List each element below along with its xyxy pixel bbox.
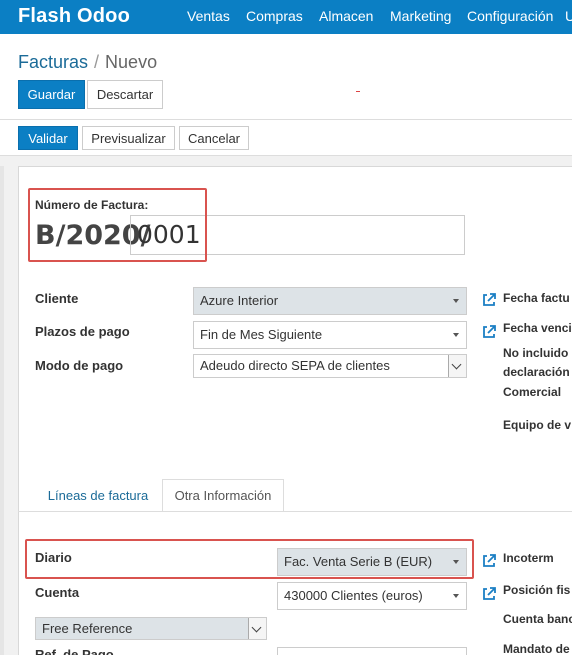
- ref-pago-input[interactable]: [277, 647, 467, 655]
- external-link-icon[interactable]: [481, 292, 497, 308]
- menu-almacen[interactable]: Almacen: [319, 8, 373, 24]
- plazos-select[interactable]: Fin de Mes Siguiente: [193, 321, 467, 349]
- app-brand[interactable]: Flash Odoo: [18, 5, 130, 28]
- no-incluido-label: No incluido: [503, 346, 569, 360]
- cancel-button[interactable]: Cancelar: [179, 126, 249, 150]
- chevron-down-icon[interactable]: [248, 618, 266, 639]
- red-dash-mark: [356, 91, 360, 92]
- tab-invoice-lines[interactable]: Líneas de factura: [34, 479, 162, 512]
- menu-configuracion[interactable]: Configuración: [467, 8, 553, 24]
- incoterm-label: Incoterm: [503, 551, 554, 565]
- breadcrumb-separator: /: [94, 52, 100, 72]
- plazos-label: Plazos de pago: [35, 324, 130, 339]
- dropdown-caret-icon: [453, 299, 459, 303]
- preview-button[interactable]: Previsualizar: [82, 126, 175, 150]
- sheet-left-edge: [0, 166, 4, 655]
- breadcrumb-facturas[interactable]: Facturas: [18, 52, 88, 72]
- cuenta-value: 430000 Clientes (euros): [284, 588, 423, 603]
- breadcrumb: Facturas / Nuevo: [18, 52, 157, 73]
- external-link-icon[interactable]: [481, 586, 497, 602]
- modo-pago-select[interactable]: Adeudo directo SEPA de clientes: [193, 354, 467, 378]
- plazos-value: Fin de Mes Siguiente: [200, 327, 323, 342]
- modo-pago-value: Adeudo directo SEPA de clientes: [200, 358, 390, 373]
- posicion-fiscal-label: Posición fis: [503, 583, 571, 597]
- cliente-select[interactable]: Azure Interior: [193, 287, 467, 315]
- chevron-down-icon[interactable]: [448, 355, 466, 377]
- reference-type-value: Free Reference: [42, 621, 133, 636]
- equipo-ventas-label: Equipo de v: [503, 418, 572, 432]
- diario-highlight: [25, 539, 474, 579]
- tab-divider: [18, 511, 572, 512]
- validate-button[interactable]: Validar: [18, 126, 78, 150]
- menu-marketing[interactable]: Marketing: [390, 8, 451, 24]
- breadcrumb-current: Nuevo: [105, 52, 158, 72]
- top-navbar: Flash Odoo Ventas Compras Almacen Market…: [0, 0, 572, 34]
- fecha-vencimiento-label: Fecha venci: [503, 321, 572, 335]
- mandato-label: Mandato de: [503, 642, 570, 655]
- save-button[interactable]: Guardar: [18, 80, 85, 109]
- discard-button[interactable]: Descartar: [87, 80, 163, 109]
- cuenta-select[interactable]: 430000 Clientes (euros): [277, 582, 467, 610]
- modo-pago-label: Modo de pago: [35, 358, 124, 373]
- declaracion-label: declaración: [503, 365, 570, 379]
- cuenta-label: Cuenta: [35, 585, 80, 600]
- menu-ventas[interactable]: Ventas: [187, 8, 230, 24]
- invoice-number-highlight: [28, 188, 207, 262]
- menu-compras[interactable]: Compras: [246, 8, 303, 24]
- cliente-label: Cliente: [35, 291, 79, 306]
- ref-pago-label: Ref. de Pago: [35, 647, 114, 655]
- menu-overflow[interactable]: U: [565, 8, 572, 24]
- external-link-icon[interactable]: [481, 553, 497, 569]
- control-panel-divider: [0, 119, 572, 120]
- comercial-label: Comercial: [503, 385, 562, 399]
- reference-type-select[interactable]: Free Reference: [35, 617, 267, 640]
- cuenta-bancaria-label: Cuenta banc: [503, 612, 572, 626]
- external-link-icon[interactable]: [481, 324, 497, 340]
- fecha-factura-label: Fecha factu: [503, 291, 570, 305]
- dropdown-caret-icon: [453, 594, 459, 598]
- dropdown-caret-icon: [453, 333, 459, 337]
- cliente-value: Azure Interior: [200, 293, 279, 308]
- tab-other-info[interactable]: Otra Información: [162, 479, 284, 512]
